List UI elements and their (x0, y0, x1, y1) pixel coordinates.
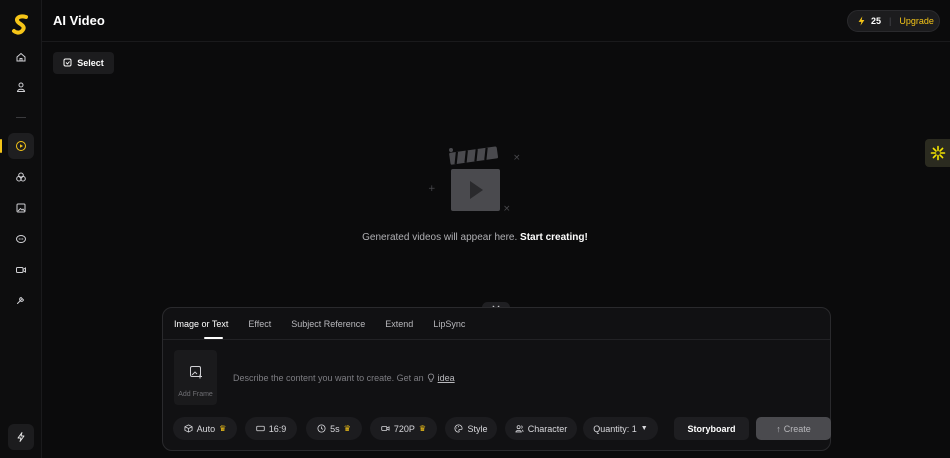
lightbulb-icon (427, 373, 434, 382)
sidebar-item-camera[interactable] (8, 257, 34, 283)
tab-effect[interactable]: Effect (248, 308, 271, 340)
crown-icon: ♛ (418, 424, 427, 433)
options-bar: Auto ♛ 16:9 5s ♛ 720P ♛ Style Character … (173, 417, 831, 440)
quantity-select[interactable]: Quantity: 1 ▼ (583, 417, 658, 440)
idea-link[interactable]: idea (438, 373, 455, 383)
image-icon (16, 203, 26, 213)
page-title: AI Video (53, 13, 105, 28)
header-divider (42, 41, 950, 42)
palette-icon (454, 424, 463, 433)
credits-pill[interactable]: 25 | Upgrade (847, 10, 940, 32)
arrow-up-icon: ↑ (776, 423, 781, 434)
tab-subject-reference[interactable]: Subject Reference (291, 308, 365, 340)
sidebar-item-effects[interactable] (8, 164, 34, 190)
resolution-value: 720P (393, 423, 415, 434)
add-image-icon (189, 366, 202, 379)
svg-text:×: × (513, 153, 521, 163)
user-icon (16, 82, 26, 92)
camera-icon (16, 267, 26, 273)
clock-icon (317, 424, 326, 433)
svg-text:×: × (503, 204, 511, 214)
model-chip[interactable]: Auto ♛ (173, 417, 237, 440)
create-button[interactable]: ↑ Create (756, 417, 831, 440)
video-icon (16, 141, 26, 151)
add-frame-button[interactable]: Add Frame (174, 350, 217, 405)
sidebar (0, 0, 42, 458)
sidebar-item-profile[interactable] (8, 74, 34, 100)
aspect-ratio-icon (256, 425, 265, 432)
add-frame-label: Add Frame (178, 391, 213, 398)
storyboard-button[interactable]: Storyboard (674, 417, 749, 440)
app-logo[interactable] (11, 14, 31, 36)
select-icon (63, 58, 72, 67)
quantity-value: Quantity: 1 (593, 423, 637, 434)
caret-down-icon: ▼ (640, 425, 648, 432)
mode-tabs: Image or Text Effect Subject Reference E… (163, 308, 830, 340)
style-value: Style (467, 423, 488, 434)
select-button[interactable]: Select (53, 52, 114, 74)
character-chip[interactable]: Character (505, 417, 577, 440)
home-icon (16, 52, 26, 62)
floating-widget[interactable] (925, 139, 950, 167)
create-label: Create (783, 423, 811, 434)
select-label: Select (77, 58, 104, 68)
crown-icon: ♛ (219, 424, 227, 433)
character-value: Character (527, 423, 568, 434)
sidebar-item-ai-video[interactable] (8, 133, 34, 159)
resolution-chip[interactable]: 720P ♛ (370, 417, 437, 440)
style-chip[interactable]: Style (445, 417, 497, 440)
tab-extend[interactable]: Extend (385, 308, 413, 340)
prompt-placeholder: Describe the content you want to create.… (233, 373, 424, 383)
empty-state-message: Generated videos will appear here. Start… (0, 232, 950, 243)
duration-value: 5s (330, 423, 340, 434)
credits-count: 25 (871, 16, 882, 26)
prompt-composer: Image or Text Effect Subject Reference E… (162, 307, 831, 451)
sidebar-item-credits[interactable] (8, 424, 34, 450)
crown-icon: ♛ (343, 424, 351, 433)
tab-image-or-text[interactable]: Image or Text (174, 308, 228, 340)
bolt-icon (858, 16, 865, 26)
video-camera-icon (381, 426, 390, 431)
aspect-ratio-chip[interactable]: 16:9 (245, 417, 297, 440)
svg-text:+: + (428, 184, 436, 194)
model-value: Auto (196, 423, 216, 434)
duration-chip[interactable]: 5s ♛ (306, 417, 362, 440)
sparkle-icon (930, 145, 945, 161)
clapperboard-icon: × + × (428, 146, 521, 214)
active-indicator (0, 139, 2, 153)
upgrade-link[interactable]: Upgrade (899, 16, 934, 26)
start-creating-link[interactable]: Start creating! (520, 232, 588, 243)
sidebar-item-home[interactable] (8, 44, 34, 70)
sidebar-item-image[interactable] (8, 195, 34, 221)
credits-separator: | (889, 16, 892, 26)
sidebar-divider (16, 117, 26, 118)
tools-icon (17, 296, 25, 304)
tab-lipsync[interactable]: LipSync (433, 308, 465, 340)
sidebar-item-tools[interactable] (8, 287, 34, 313)
prompt-input[interactable]: Describe the content you want to create.… (233, 373, 455, 383)
bolt-icon (17, 432, 25, 442)
cube-icon (184, 424, 193, 433)
empty-state-text: Generated videos will appear here. (362, 232, 518, 243)
effects-icon (16, 172, 26, 182)
people-icon (515, 425, 524, 433)
aspect-ratio-value: 16:9 (268, 423, 287, 434)
